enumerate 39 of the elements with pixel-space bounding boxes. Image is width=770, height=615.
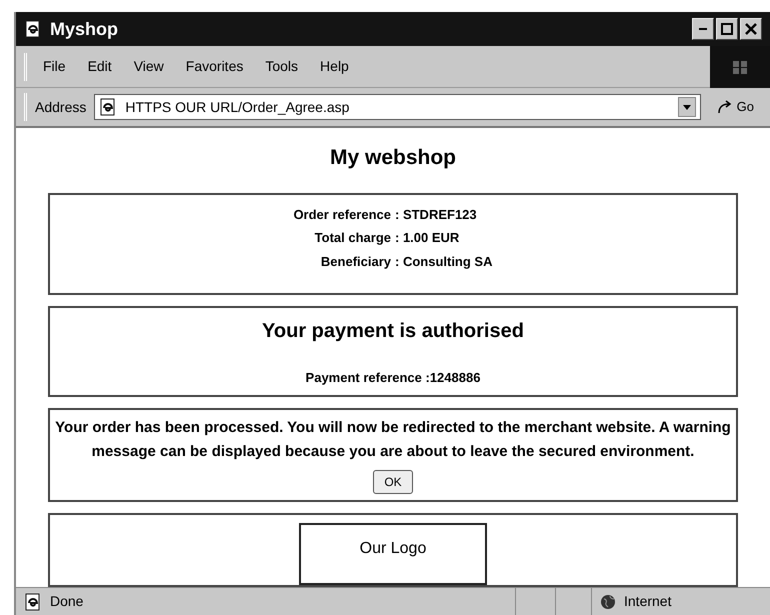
dropdown-button[interactable] [678,97,696,117]
detail-value: : 1.00 EUR [395,229,460,247]
go-button[interactable]: Go [708,97,762,117]
maximize-icon [721,23,733,35]
close-icon [745,23,757,35]
caret-icon [682,104,691,110]
arrow-icon [716,100,733,114]
menu-item[interactable]: View [134,56,164,77]
logo-text: Our Logo [360,539,426,559]
ok-button[interactable]: OK [373,470,413,494]
minimize-icon [699,28,707,30]
url-text: HTTPS OUR URL/Order_Agree.asp [125,98,350,117]
address-label: Address [35,98,86,116]
detail-label: Order reference [292,206,391,224]
globe-icon [600,594,616,610]
payment-reference: Payment reference :1248886 [306,368,480,387]
detail-value: : STDREF123 [395,206,478,224]
app-icon [24,20,42,38]
ie-page-icon [99,98,118,116]
menu-item[interactable]: File [43,56,66,77]
menu-item[interactable]: Edit [88,56,112,77]
window-title: Myshop [50,18,118,41]
address-field[interactable]: HTTPS OUR URL/Order_Agree.asp [94,94,701,120]
page-heading: My webshop [330,145,456,171]
status-title: Your payment is authorised [262,318,524,344]
close-button[interactable] [740,18,762,40]
windows-logo-icon [732,58,748,74]
menu-item[interactable]: Tools [265,56,298,77]
detail-label: Total charge [314,229,391,247]
menu-item[interactable]: Favorites [186,56,244,77]
status-text: Done [50,592,84,611]
redirect-message: Your order has been processed. You will now be redirected to the merchant website. A warning message can be displayed because you are about to leave the secured environment. [54,418,732,462]
menu-item[interactable]: Help [320,56,349,77]
page-icon [24,592,42,610]
maximize-button[interactable] [716,18,738,40]
minimize-button[interactable] [692,18,714,40]
detail-label: Beneficiary [320,252,391,271]
detail-value: : Consulting SA [395,252,494,271]
zone-text: Internet [624,592,672,611]
